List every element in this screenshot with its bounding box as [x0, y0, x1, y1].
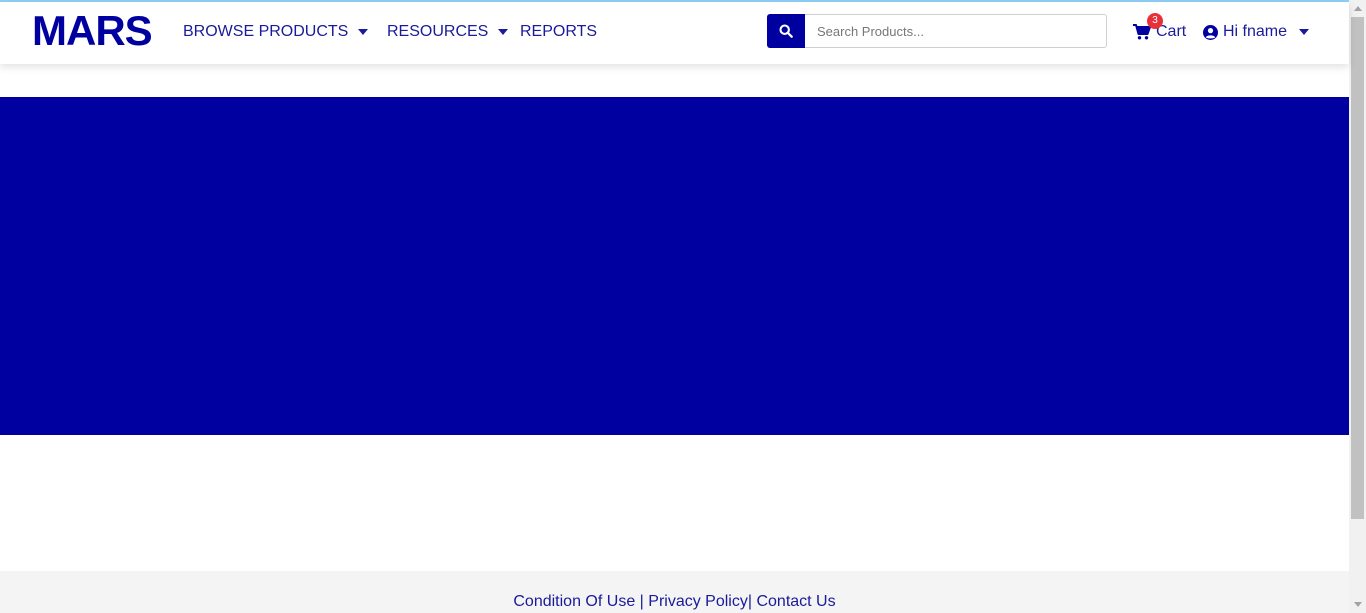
nav-resources-label: RESOURCES — [387, 23, 489, 40]
nav-reports-label: REPORTS — [520, 23, 598, 40]
search-button[interactable] — [767, 14, 805, 48]
vertical-scrollbar[interactable] — [1349, 0, 1366, 613]
user-menu[interactable]: Hi fname — [1203, 22, 1310, 42]
footer-separator: | — [747, 593, 753, 610]
user-greeting: Hi fname — [1223, 23, 1288, 40]
cart-link[interactable]: 3 Cart — [1133, 13, 1186, 42]
chevron-down-icon — [358, 29, 369, 35]
privacy-policy-link[interactable]: Privacy Policy — [648, 593, 748, 610]
scrollbar-thumb[interactable] — [1351, 17, 1364, 519]
mars-logo[interactable]: MARS — [32, 10, 153, 52]
footer-links: Condition Of Use | Privacy Policy| Conta… — [0, 593, 1349, 611]
search-icon — [779, 24, 793, 38]
top-navbar: MARS BROWSE PRODUCTS RESOURCES REPORTS 3… — [0, 2, 1349, 64]
search-input[interactable] — [805, 14, 1107, 48]
nav-resources[interactable]: RESOURCES — [387, 22, 509, 42]
hero-banner — [0, 97, 1349, 435]
scroll-down-arrow-icon[interactable] — [1349, 596, 1366, 613]
cart-count-badge: 3 — [1147, 13, 1163, 29]
scroll-up-arrow-icon[interactable] — [1349, 0, 1366, 17]
chevron-down-icon — [1299, 29, 1310, 35]
condition-of-use-link[interactable]: Condition Of Use — [513, 593, 635, 610]
contact-us-link[interactable]: Contact Us — [756, 593, 835, 610]
page-footer: Condition Of Use | Privacy Policy| Conta… — [0, 571, 1349, 613]
nav-browse-products-label: BROWSE PRODUCTS — [183, 23, 349, 40]
nav-browse-products[interactable]: BROWSE PRODUCTS — [183, 22, 369, 42]
user-circle-icon — [1203, 24, 1218, 40]
nav-reports[interactable]: REPORTS — [520, 22, 597, 42]
footer-separator: | — [639, 593, 644, 610]
chevron-down-icon — [498, 29, 509, 35]
